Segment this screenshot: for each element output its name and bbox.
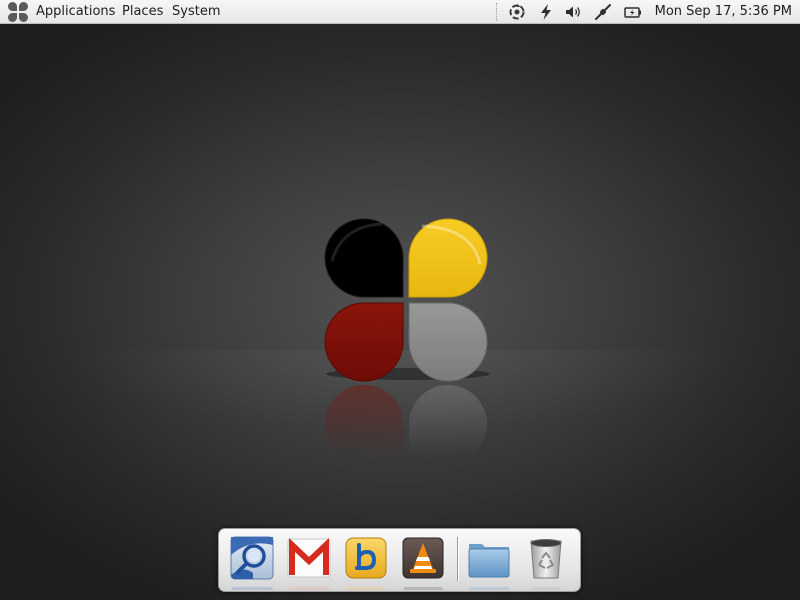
vlc-reflection <box>400 581 446 590</box>
top-panel: Applications Places System Mon Sep 17, 5… <box>0 0 800 24</box>
folder-reflection <box>466 581 512 590</box>
browser-reflection <box>229 581 275 590</box>
battery-icon[interactable] <box>623 2 643 22</box>
volume-icon[interactable] <box>563 2 583 22</box>
vlc-icon[interactable] <box>400 535 446 581</box>
tray-separator <box>496 3 499 21</box>
dock <box>218 528 581 592</box>
main-menu-logo-icon[interactable] <box>8 2 28 22</box>
menu-applications[interactable]: Applications <box>36 4 115 20</box>
bible-icon[interactable] <box>343 535 389 581</box>
network-icon[interactable] <box>593 2 613 22</box>
clock[interactable]: Mon Sep 17, 5:36 PM <box>655 4 792 20</box>
browser-icon[interactable] <box>229 535 275 581</box>
bolt-icon[interactable] <box>536 2 556 22</box>
folder-icon[interactable] <box>466 535 512 581</box>
distro-logo <box>324 218 490 456</box>
gmail-icon[interactable] <box>286 535 332 581</box>
power-manager-icon[interactable] <box>507 2 527 22</box>
dock-separator <box>457 537 459 581</box>
menu-places[interactable]: Places <box>122 4 163 20</box>
logo-petal-black <box>324 218 404 298</box>
trash-icon[interactable] <box>523 535 569 581</box>
menu-system[interactable]: System <box>172 4 220 20</box>
bible-reflection <box>343 581 389 590</box>
logo-petal-red <box>324 302 404 382</box>
trash-reflection <box>523 581 569 590</box>
gmail-reflection <box>286 581 332 590</box>
logo-reflection <box>325 385 487 456</box>
logo-petal-grey <box>408 302 488 382</box>
